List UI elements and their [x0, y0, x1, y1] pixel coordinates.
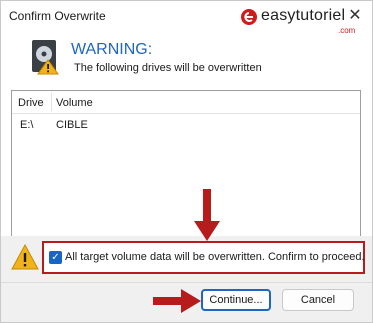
continue-button[interactable]: Continue...	[201, 289, 271, 311]
list-header: Drive Volume	[12, 91, 360, 114]
warning-triangle-icon	[11, 243, 39, 270]
annotation-arrow-down-icon	[194, 189, 220, 241]
drives-list[interactable]: Drive Volume E:\ CIBLE	[11, 90, 361, 237]
warning-subtext: The following drives will be overwritten	[74, 62, 262, 74]
column-header-drive[interactable]: Drive	[18, 97, 44, 109]
footer-divider	[1, 282, 372, 283]
confirm-checkbox[interactable]: ✓	[49, 251, 62, 264]
close-icon: ✕	[348, 7, 362, 24]
watermark-logo-icon	[241, 9, 257, 25]
column-separator[interactable]	[51, 93, 52, 111]
column-header-volume[interactable]: Volume	[56, 97, 93, 109]
watermark-logo: easytutoriel	[239, 3, 345, 29]
confirm-overwrite-dialog: Confirm Overwrite easytutoriel .com ✕ WA…	[0, 0, 373, 323]
drive-warning-icon	[32, 40, 59, 75]
watermark-text: easytutoriel	[261, 7, 346, 24]
cell-volume: CIBLE	[56, 119, 88, 131]
checkmark-icon: ✓	[51, 251, 60, 263]
annotation-arrow-right-icon	[153, 289, 201, 313]
cell-drive: E:\	[20, 119, 34, 131]
confirm-checkbox-row[interactable]: ✓ All target volume data will be overwri…	[42, 241, 365, 274]
list-item[interactable]: E:\ CIBLE	[12, 117, 360, 135]
warning-heading: WARNING:	[71, 41, 153, 58]
window-title: Confirm Overwrite	[9, 9, 106, 23]
cancel-button[interactable]: Cancel	[282, 289, 354, 311]
watermark-suffix: .com	[338, 26, 356, 35]
close-button[interactable]: ✕	[343, 3, 367, 27]
confirm-label[interactable]: All target volume data will be overwritt…	[65, 251, 365, 263]
